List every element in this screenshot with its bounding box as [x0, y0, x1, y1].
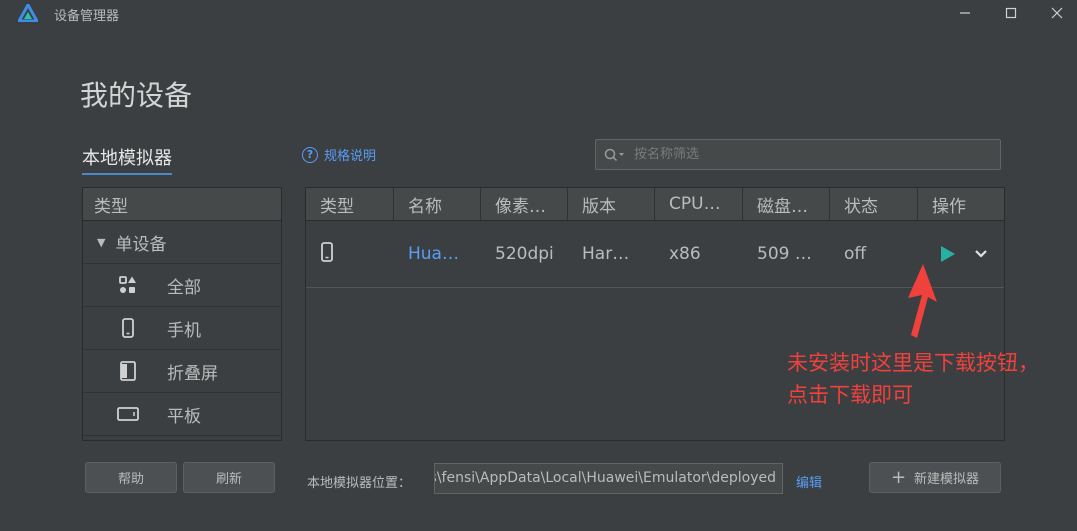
- column-header-type[interactable]: 类型: [306, 188, 394, 220]
- filter-search-box[interactable]: [595, 139, 1001, 170]
- column-header-cpu[interactable]: CPU…: [655, 188, 743, 220]
- play-icon[interactable]: [940, 245, 956, 263]
- sidebar-item-all[interactable]: 全部: [83, 264, 281, 307]
- tree-group-single-device[interactable]: ▼ 单设备: [83, 221, 281, 264]
- column-header-version[interactable]: 版本: [568, 188, 655, 220]
- cell-version: Har…: [582, 244, 630, 264]
- sidebar-item-label: 折叠屏: [167, 363, 218, 384]
- sidebar-item-tablet[interactable]: 平板: [83, 393, 281, 436]
- refresh-button[interactable]: 刷新: [183, 462, 275, 493]
- tree-group-label: 单设备: [115, 234, 167, 255]
- device-type-panel: 类型 ▼ 单设备 全部 手机 折叠屏 平板: [82, 187, 282, 441]
- phone-icon: [117, 317, 139, 339]
- search-icon: [604, 148, 626, 162]
- column-header-disk[interactable]: 磁盘…: [743, 188, 830, 220]
- phone-icon: [320, 241, 334, 267]
- sidebar-item-label: 手机: [167, 320, 201, 341]
- page-title: 我的设备: [80, 79, 193, 112]
- help-button[interactable]: 帮助: [85, 462, 177, 493]
- table-header: 类型 名称 像素… 版本 CPU… 磁盘… 状态 操作: [306, 188, 1004, 221]
- sidebar-item-phone[interactable]: 手机: [83, 307, 281, 350]
- edit-location-link[interactable]: 编辑: [796, 472, 822, 491]
- triangle-down-icon: ▼: [97, 235, 106, 249]
- spec-help-link[interactable]: ? 规格说明: [302, 145, 376, 164]
- minimize-button[interactable]: [942, 0, 988, 26]
- sidebar-item-label: 全部: [167, 277, 201, 298]
- location-input[interactable]: [435, 470, 776, 486]
- annotation-text: 未安装时这里是下载按钮， 点击下载即可: [787, 347, 1039, 411]
- cell-type: [306, 221, 394, 287]
- annotation-line-2: 点击下载即可: [787, 383, 913, 407]
- foldable-icon: [117, 360, 139, 382]
- tablet-icon: [117, 403, 139, 425]
- close-button[interactable]: [1034, 0, 1077, 26]
- location-label: 本地模拟器位置：: [307, 476, 412, 491]
- type-header: 类型: [83, 188, 281, 221]
- column-header-status[interactable]: 状态: [830, 188, 918, 220]
- chevron-down-icon[interactable]: [974, 249, 988, 259]
- cell-disk: 509 …: [757, 244, 812, 264]
- annotation-line-1: 未安装时这里是下载按钮，: [787, 351, 1039, 375]
- tab-local-emulator[interactable]: 本地模拟器: [82, 144, 172, 175]
- question-icon: ?: [302, 146, 318, 163]
- title-bar: 设备管理器: [0, 0, 1077, 26]
- maximize-button[interactable]: [988, 0, 1034, 26]
- new-emulator-button[interactable]: + 新建模拟器: [869, 462, 1001, 493]
- annotation-arrow: [908, 264, 937, 338]
- new-emulator-label: 新建模拟器: [914, 472, 980, 487]
- filter-input[interactable]: [632, 146, 976, 163]
- cell-device-name[interactable]: Hua…: [394, 221, 481, 287]
- grid-shapes-icon: [117, 274, 139, 296]
- column-header-density[interactable]: 像素…: [481, 188, 568, 220]
- plus-icon: +: [890, 467, 907, 488]
- sidebar-item-label: 平板: [167, 406, 201, 427]
- cell-density: 520dpi: [495, 244, 554, 264]
- column-header-actions: 操作: [932, 196, 966, 217]
- app-logo-icon: [16, 1, 40, 26]
- column-header-name[interactable]: 名称: [394, 188, 481, 220]
- sidebar-item-foldable[interactable]: 折叠屏: [83, 350, 281, 393]
- window-title: 设备管理器: [54, 9, 120, 24]
- cell-cpu: x86: [669, 244, 701, 264]
- spec-help-label: 规格说明: [324, 149, 377, 164]
- location-field[interactable]: [434, 463, 783, 494]
